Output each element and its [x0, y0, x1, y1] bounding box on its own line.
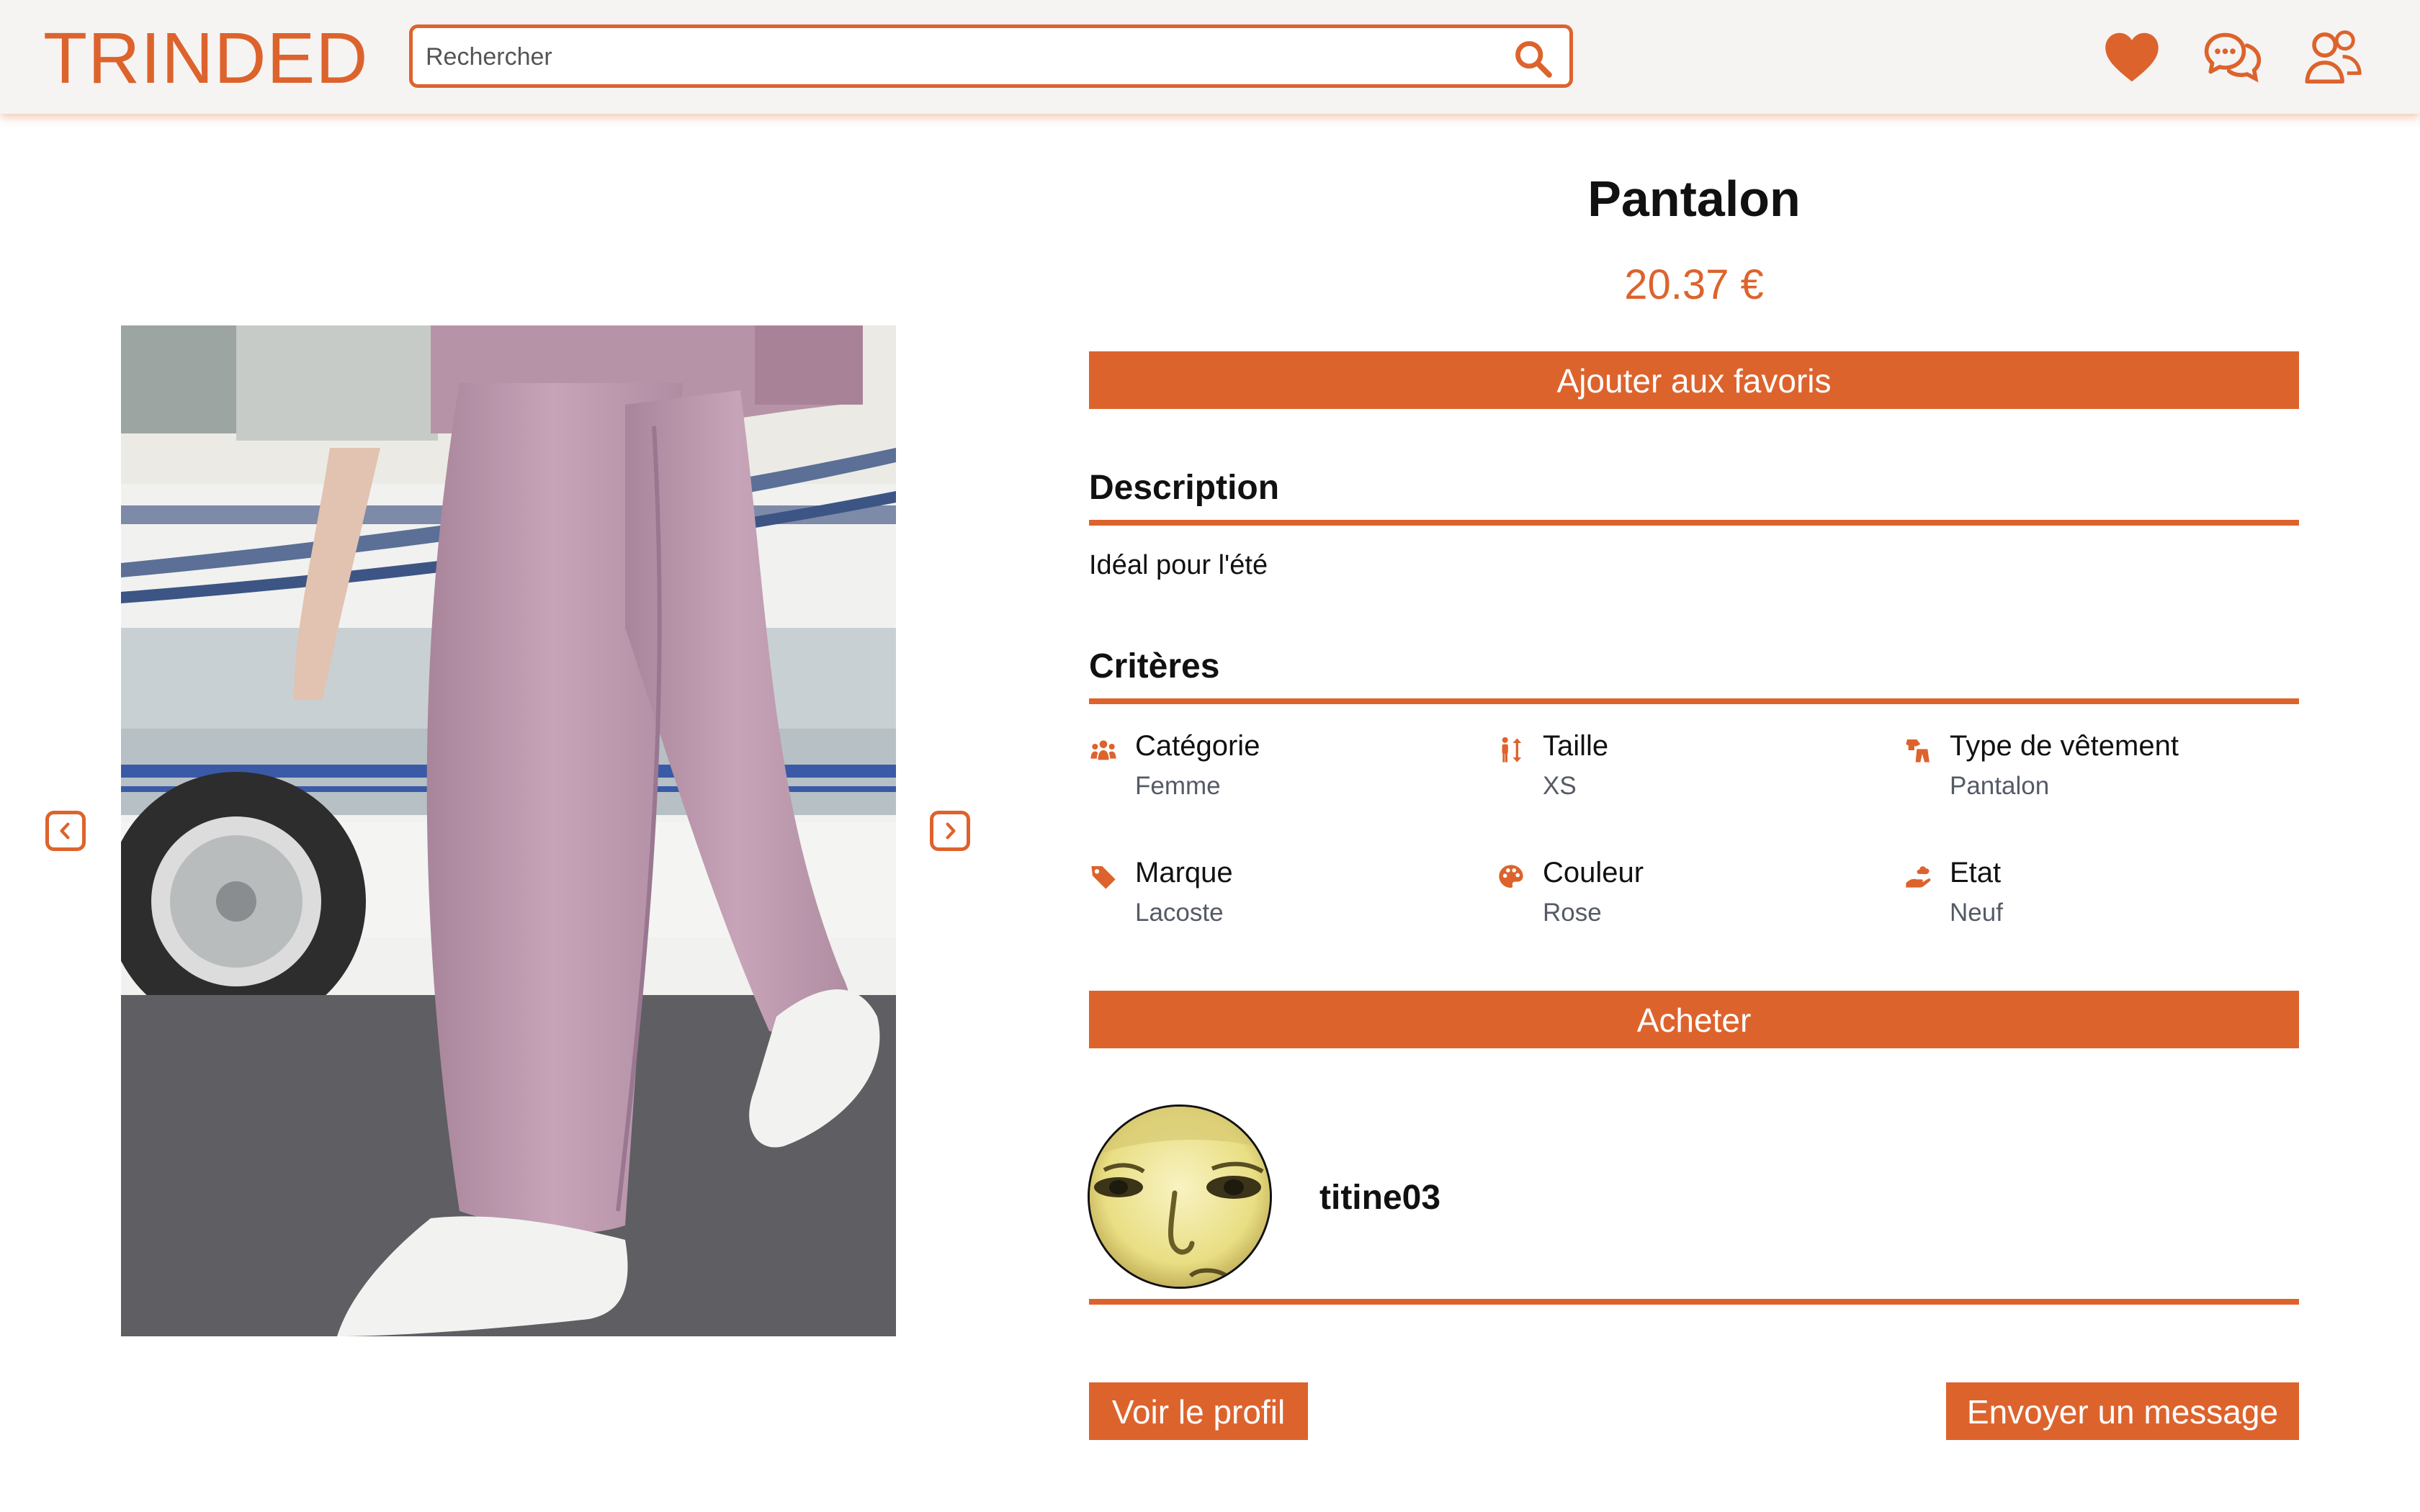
carousel-next-button[interactable]: [930, 811, 970, 851]
palette-icon: [1499, 865, 1523, 888]
product-photo-illustration: [121, 325, 896, 1336]
criteria-clothing-type: Type de vêtement Pantalon: [1904, 726, 2278, 812]
heart-icon[interactable]: [2102, 27, 2162, 88]
seller-username[interactable]: titine03: [1319, 1178, 1440, 1218]
criteria-label: Couleur: [1543, 857, 1644, 888]
criteria-label: Marque: [1135, 857, 1233, 888]
criteria-value: Femme: [1135, 772, 1221, 800]
divider: [1089, 698, 2299, 704]
criteria-value: XS: [1543, 772, 1577, 800]
chevron-left-icon: [60, 822, 70, 840]
avatar-portrait: [1090, 1107, 1270, 1287]
criteria-condition: Etat Neuf: [1904, 852, 2278, 939]
criteria-label: Etat: [1950, 857, 2002, 888]
search-icon[interactable]: [1512, 37, 1554, 79]
clothing-type-icon: [1906, 739, 1930, 762]
criteria-label: Type de vêtement: [1950, 730, 2179, 762]
criteria-brand: Marque Lacoste: [1089, 852, 1464, 939]
search-bar[interactable]: [409, 24, 1573, 88]
criteria-value: Lacoste: [1135, 899, 1224, 927]
criteria-value: Rose: [1543, 899, 1602, 927]
users-icon[interactable]: [2303, 27, 2364, 88]
people-icon: [1090, 740, 1116, 760]
criteria-value: Pantalon: [1950, 772, 2050, 800]
chat-icon[interactable]: [2202, 27, 2263, 88]
carousel-prev-button[interactable]: [45, 811, 86, 851]
condition-icon: [1906, 866, 1931, 888]
product-price: 20.37 €: [1624, 261, 1764, 308]
top-navbar: TRINDED: [0, 0, 2420, 114]
product-title: Pantalon: [1587, 171, 1801, 227]
description-heading: Description: [1089, 469, 1280, 507]
description-text: Idéal pour l'été: [1089, 550, 1268, 580]
seller-avatar[interactable]: [1088, 1104, 1272, 1289]
view-profile-button[interactable]: Voir le profil: [1089, 1382, 1308, 1440]
size-icon: [1502, 737, 1522, 762]
criteria-heading: Critères: [1089, 647, 1220, 685]
criteria-color: Couleur Rose: [1497, 852, 1871, 939]
chevron-right-icon: [946, 822, 956, 840]
criteria-size: Taille XS: [1497, 726, 1871, 812]
send-message-button[interactable]: Envoyer un message: [1946, 1382, 2299, 1440]
add-to-favorites-button[interactable]: Ajouter aux favoris: [1089, 351, 2299, 409]
criteria-value: Neuf: [1950, 899, 2003, 927]
divider: [1089, 520, 2299, 526]
product-image: [121, 325, 896, 1336]
logo[interactable]: TRINDED: [43, 16, 368, 101]
tag-icon: [1091, 866, 1116, 889]
criteria-category: Catégorie Femme: [1089, 726, 1464, 812]
criteria-label: Taille: [1543, 730, 1609, 762]
search-input[interactable]: [424, 28, 1464, 86]
divider: [1089, 1299, 2299, 1305]
criteria-label: Catégorie: [1135, 730, 1260, 762]
buy-button[interactable]: Acheter: [1089, 991, 2299, 1048]
